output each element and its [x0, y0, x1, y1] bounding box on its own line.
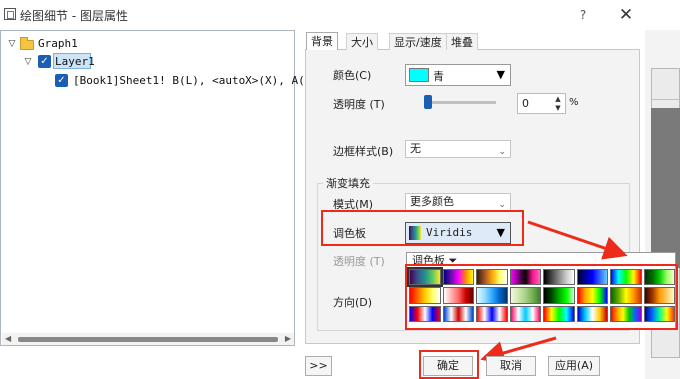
cancel-button[interactable]: 取消	[486, 356, 536, 376]
highlight-box-ok	[419, 350, 479, 379]
arrow-to-palette-grid	[527, 220, 628, 260]
annotation-arrows	[480, 220, 628, 365]
expand-button[interactable]: >>	[305, 356, 332, 376]
arrow-to-ok-button	[480, 336, 557, 365]
apply-button[interactable]: 应用(A)	[548, 356, 600, 376]
